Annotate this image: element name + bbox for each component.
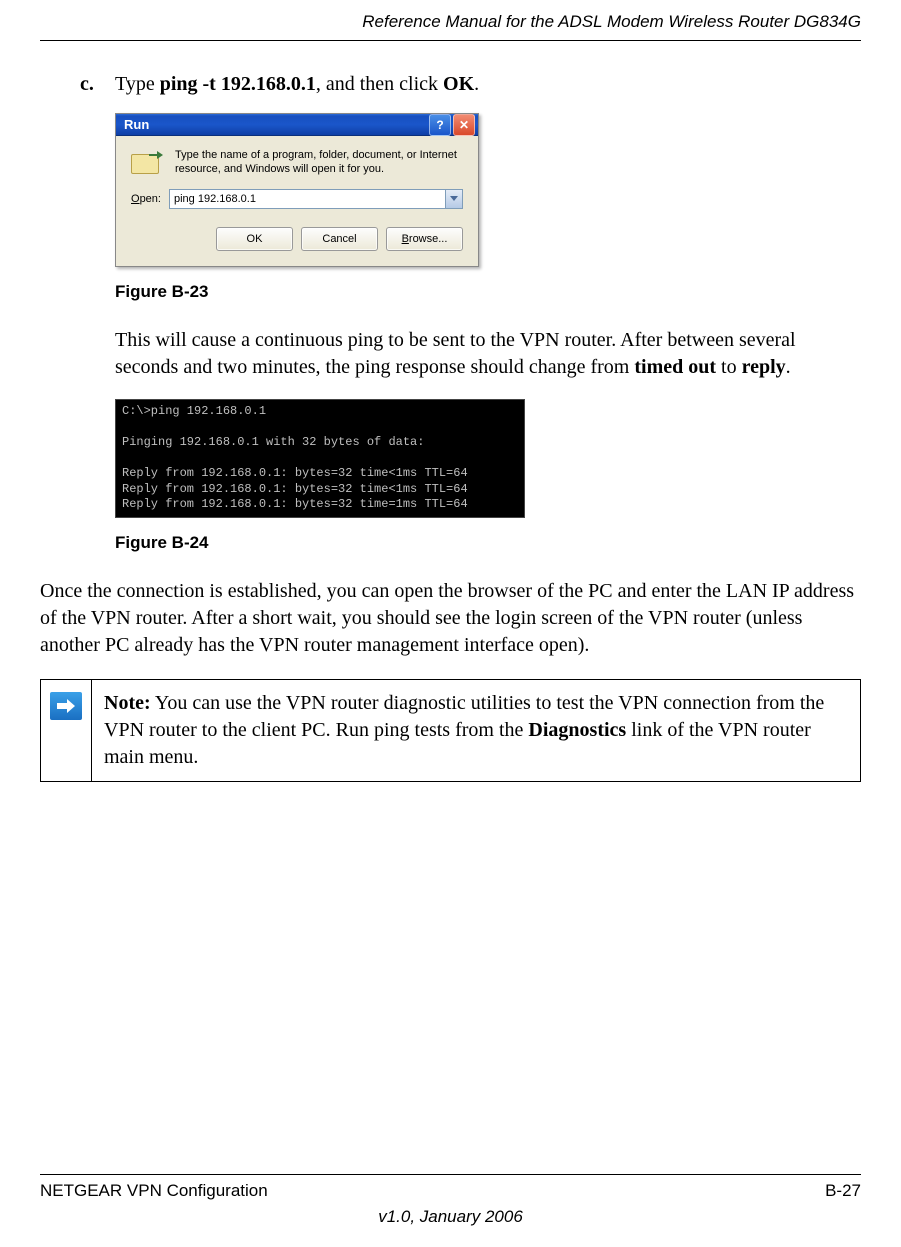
- step-c: c. Type ping -t 192.168.0.1, and then cl…: [80, 71, 861, 98]
- run-icon: [131, 150, 163, 174]
- dialog-desc: Type the name of a program, folder, docu…: [175, 148, 463, 177]
- paragraph-connection: Once the connection is established, you …: [40, 578, 861, 659]
- step-cmd: ping -t 192.168.0.1: [160, 73, 316, 95]
- titlebar: Run ? ✕: [116, 114, 478, 136]
- step-mid: , and then click: [316, 73, 443, 95]
- open-label: Open:: [131, 193, 161, 205]
- chevron-down-icon[interactable]: [445, 190, 462, 208]
- ok-button[interactable]: OK: [216, 227, 293, 251]
- run-dialog: Run ? ✕ Type the name of a program, fold…: [115, 113, 479, 267]
- open-value: ping 192.168.0.1: [174, 193, 256, 205]
- close-icon[interactable]: ✕: [453, 114, 475, 136]
- footer-right: B-27: [825, 1181, 861, 1201]
- step-text: Type ping -t 192.168.0.1, and then click…: [115, 71, 861, 98]
- figure-b24-caption: Figure B-24: [115, 533, 861, 553]
- browse-button[interactable]: Browse...: [386, 227, 463, 251]
- step-pre: Type: [115, 73, 160, 95]
- note-box: Note: You can use the VPN router diagnos…: [40, 679, 861, 782]
- terminal-output: C:\>ping 192.168.0.1 Pinging 192.168.0.1…: [115, 399, 525, 518]
- footer-version: v1.0, January 2006: [40, 1207, 861, 1227]
- note-text: Note: You can use the VPN router diagnos…: [92, 680, 860, 781]
- step-end: .: [474, 73, 479, 95]
- note-arrow-icon: [50, 692, 82, 720]
- paragraph-ping-desc: This will cause a continuous ping to be …: [115, 327, 861, 381]
- step-marker: c.: [80, 71, 115, 98]
- step-ok: OK: [443, 73, 474, 95]
- figure-b23-caption: Figure B-23: [115, 282, 861, 302]
- dialog-title: Run: [124, 117, 149, 132]
- page-header: Reference Manual for the ADSL Modem Wire…: [40, 0, 861, 41]
- footer-left: NETGEAR VPN Configuration: [40, 1181, 268, 1201]
- cancel-button[interactable]: Cancel: [301, 227, 378, 251]
- open-combobox[interactable]: ping 192.168.0.1: [169, 189, 463, 209]
- help-icon[interactable]: ?: [429, 114, 451, 136]
